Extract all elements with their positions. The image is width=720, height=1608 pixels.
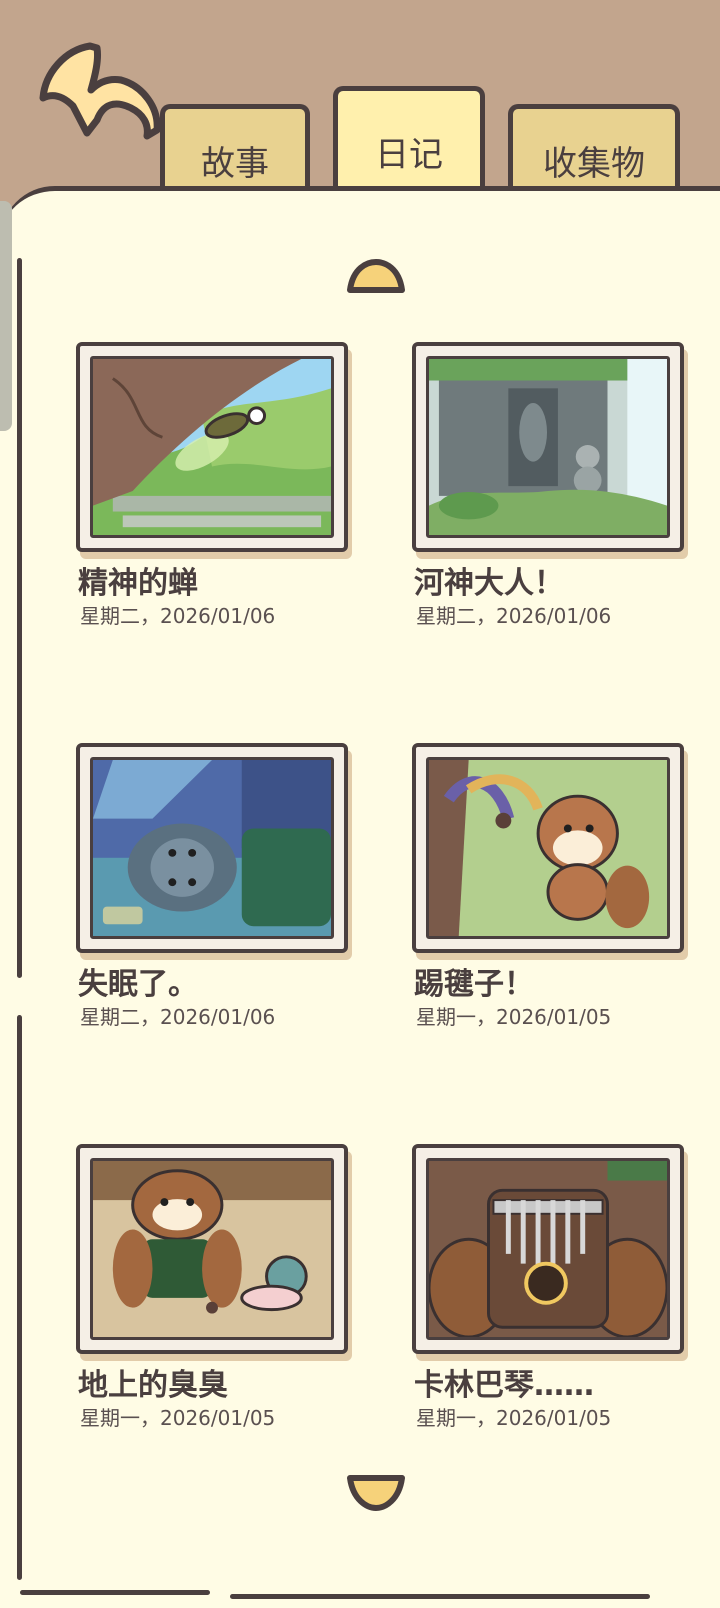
page-edge-tab [0,201,12,431]
diary-entry-date: 星期二，2026/01/06 [416,604,612,628]
diary-entry-card[interactable]: 卡林巴琴…… 星期一，2026/01/05 [412,1144,684,1430]
diary-entry-card[interactable]: 精神的蝉 星期二，2026/01/06 [76,342,348,628]
tab-collection-label: 收集物 [543,144,645,184]
diary-entry-title: 卡林巴琴…… [414,1368,594,1403]
diary-entry-photo [412,743,684,953]
diary-entry-photo [412,342,684,552]
diary-entry-title: 踢毽子！ [414,967,534,1002]
page-bottom-line-left [20,1590,210,1595]
kalimba-image [426,1158,670,1340]
diary-entry-title: 河神大人！ [414,566,564,601]
diary-entry-title: 地上的臭臭 [78,1368,228,1403]
diary-entry-date: 星期二，2026/01/06 [80,604,276,628]
diary-entry-date: 星期一，2026/01/05 [416,1005,612,1029]
shuttlecock-image [426,757,670,939]
tab-diary-label: 日记 [375,135,443,175]
diary-entry-photo [76,1144,348,1354]
scroll-down-icon[interactable] [345,1472,407,1512]
diary-entry-photo [412,1144,684,1354]
diary-entry-card[interactable]: 踢毽子！ 星期一，2026/01/05 [412,743,684,1029]
diary-entry-card[interactable]: 地上的臭臭 星期一，2026/01/05 [76,1144,348,1430]
diary-entry-title: 精神的蝉 [78,566,198,601]
diary-entry-photo [76,342,348,552]
page-margin-line [17,258,22,978]
scroll-up-icon[interactable] [345,258,407,298]
cicada-image [90,356,334,538]
diary-entry-card[interactable]: 河神大人！ 星期二，2026/01/06 [412,342,684,628]
back-arrow-icon[interactable] [35,38,165,158]
page-margin-line-lower [17,1015,22,1580]
tab-story-label: 故事 [201,144,269,184]
diary-entry-date: 星期一，2026/01/05 [80,1406,276,1430]
diary-entry-card[interactable]: 失眠了。 星期二，2026/01/06 [76,743,348,1029]
sleepless-image [90,757,334,939]
diary-entry-date: 星期一，2026/01/05 [416,1406,612,1430]
diary-entry-date: 星期二，2026/01/06 [80,1005,276,1029]
river-god-shrine-image [426,356,670,538]
diary-entry-title: 失眠了。 [78,967,198,1002]
diary-entry-photo [76,743,348,953]
squirrel-snail-image [90,1158,334,1340]
page-bottom-line-right [230,1594,650,1599]
